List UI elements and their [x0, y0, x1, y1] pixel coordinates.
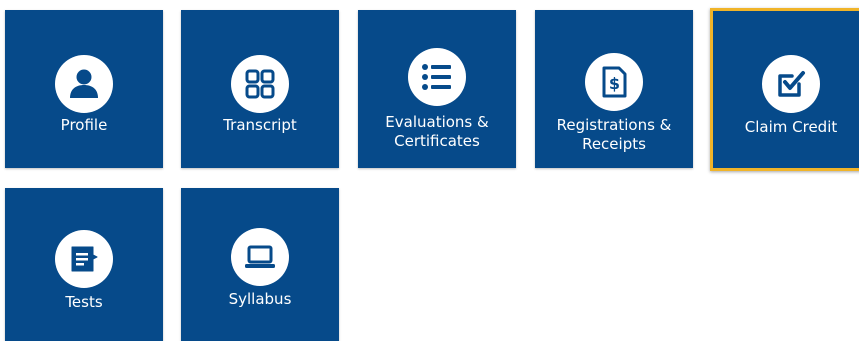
- evaluations-label-line2: Certificates: [394, 132, 480, 150]
- syllabus-label: Syllabus: [228, 290, 292, 308]
- tests-tile[interactable]: Tests: [5, 188, 163, 341]
- registrations-label-line2: Receipts: [582, 135, 646, 153]
- registrations-label-line1: Registrations &: [556, 116, 672, 134]
- grid-icon: [231, 55, 289, 113]
- claim-credit-tile[interactable]: Claim Credit: [710, 8, 859, 171]
- syllabus-tile[interactable]: Syllabus: [181, 188, 339, 341]
- svg-text:$: $: [609, 74, 620, 93]
- registrations-receipts-tile[interactable]: $ Registrations & Receipts: [535, 10, 693, 168]
- transcript-tile[interactable]: Transcript: [181, 10, 339, 168]
- profile-tile[interactable]: Profile: [5, 10, 163, 168]
- tests-label: Tests: [65, 293, 103, 311]
- evaluations-label-line1: Evaluations &: [385, 113, 489, 131]
- laptop-icon: [231, 228, 289, 286]
- profile-label: Profile: [60, 116, 108, 134]
- list-icon: [408, 48, 466, 106]
- receipt-icon: $: [585, 53, 643, 111]
- document-icon: [55, 230, 113, 288]
- checkbox-icon: [762, 55, 820, 113]
- claim-credit-label: Claim Credit: [744, 118, 838, 136]
- person-icon: [55, 55, 113, 113]
- evaluations-certificates-tile[interactable]: Evaluations & Certificates: [358, 10, 516, 168]
- transcript-label: Transcript: [223, 116, 297, 134]
